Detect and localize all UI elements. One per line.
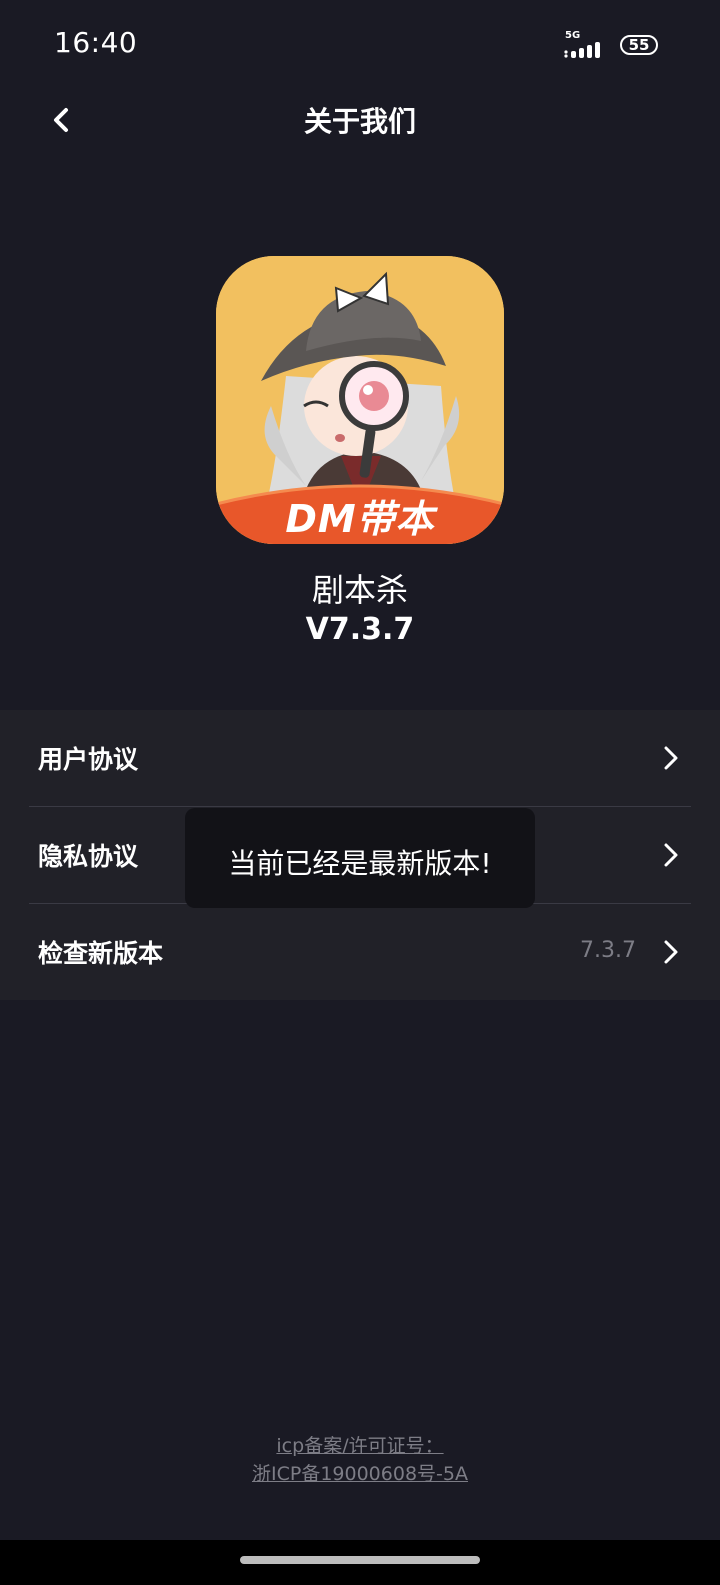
toast-text: 当前已经是最新版本! bbox=[228, 847, 492, 880]
home-indicator[interactable] bbox=[240, 1556, 480, 1564]
app-icon: DM带本 bbox=[216, 256, 504, 544]
current-version-value: 7.3.7 bbox=[580, 938, 636, 963]
icp-footer: icp备案/许可证号： 浙ICP备19000608号-5A bbox=[0, 1432, 720, 1488]
menu-item-label: 用户协议 bbox=[38, 745, 139, 774]
status-time: 16:40 bbox=[54, 26, 138, 59]
battery-icon: 55 bbox=[620, 35, 658, 55]
about-us-screen: 16:40 5G 55 关于我们 DM带本 剧本杀 V7.3.7 用户协议 隐私… bbox=[0, 0, 720, 1585]
menu-item-check-update[interactable]: 检查新版本 7.3.7 bbox=[0, 904, 720, 1000]
menu-item-label: 检查新版本 bbox=[38, 939, 164, 968]
chevron-right-icon bbox=[664, 746, 678, 770]
status-bar: 16:40 5G 55 bbox=[0, 0, 720, 90]
menu-item-user-agreement[interactable]: 用户协议 bbox=[0, 710, 720, 806]
page-title: 关于我们 bbox=[303, 105, 416, 138]
icp-license-link[interactable]: 浙ICP备19000608号-5A bbox=[0, 1460, 720, 1488]
header: 关于我们 bbox=[0, 90, 720, 150]
toast-message: 当前已经是最新版本! bbox=[185, 808, 535, 908]
icp-license-label[interactable]: icp备案/许可证号： bbox=[0, 1432, 720, 1460]
signal-icon: 5G bbox=[563, 30, 609, 58]
network-type: 5G bbox=[565, 30, 581, 41]
chevron-right-icon bbox=[664, 940, 678, 964]
app-version: V7.3.7 bbox=[305, 612, 415, 647]
chevron-right-icon bbox=[664, 843, 678, 867]
system-nav-bar bbox=[0, 1540, 720, 1585]
menu-item-label: 隐私协议 bbox=[38, 842, 139, 871]
app-name: 剧本杀 bbox=[311, 571, 408, 609]
app-icon-badge-text: DM带本 bbox=[285, 497, 435, 541]
